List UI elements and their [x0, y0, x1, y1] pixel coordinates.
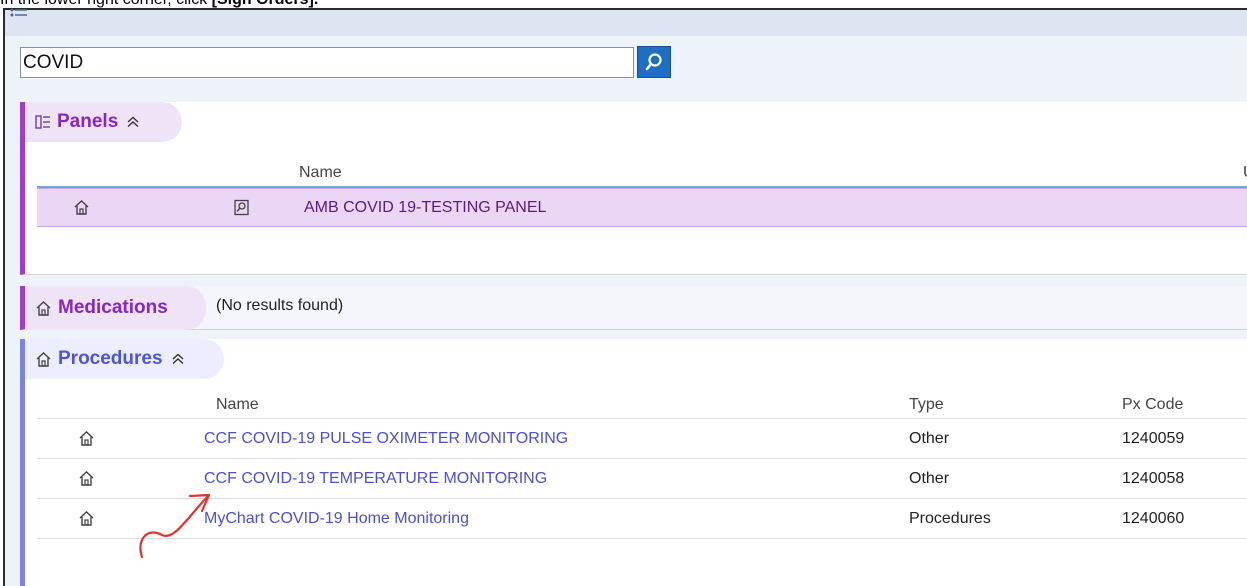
procedures-type-column[interactable]: Type — [909, 396, 944, 414]
list-menu-icon[interactable] — [10, 8, 28, 20]
annotation-arrow-icon — [139, 493, 211, 559]
search-input[interactable] — [20, 47, 634, 78]
procedure-code: 1240059 — [1122, 430, 1185, 447]
procedure-type: Other — [909, 430, 950, 447]
procedures-title: Procedures — [58, 348, 163, 369]
medications-header[interactable]: Medications — [25, 286, 206, 330]
collapse-chevron-icon[interactable] — [126, 116, 140, 128]
panels-header[interactable]: Panels — [25, 102, 182, 142]
panels-extra-column[interactable]: U — [1243, 164, 1247, 182]
procedure-code: 1240058 — [1122, 470, 1185, 487]
home-icon — [36, 300, 51, 316]
procedure-code: 1240060 — [1122, 510, 1185, 527]
search-button[interactable] — [637, 46, 671, 78]
panel-name: AMB COVID 19-TESTING PANEL — [304, 199, 547, 216]
procedure-name-link[interactable]: CCF COVID-19 PULSE OXIMETER MONITORING — [204, 430, 568, 448]
home-icon — [79, 471, 94, 486]
procedure-name-link[interactable]: CCF COVID-19 TEMPERATURE MONITORING — [204, 470, 547, 488]
procedures-code-column[interactable]: Px Code — [1122, 396, 1183, 414]
panels-title: Panels — [57, 111, 119, 132]
medications-section: Medications (No results found) — [20, 286, 1247, 330]
medications-title: Medications — [58, 297, 168, 318]
search-icon — [645, 53, 662, 71]
home-icon — [74, 200, 89, 215]
home-icon — [79, 511, 94, 526]
title-bar — [5, 8, 1247, 36]
procedure-type: Procedures — [909, 510, 991, 527]
procedure-name-link[interactable]: MyChart COVID-19 Home Monitoring — [204, 510, 469, 528]
panels-section: Panels Name U AMB COVID 19-TESTING PANEL — [20, 102, 1247, 275]
collapse-chevron-icon[interactable] — [171, 353, 185, 365]
panels-name-column[interactable]: Name — [299, 164, 342, 182]
home-icon — [36, 351, 51, 367]
procedure-type: Other — [909, 470, 950, 487]
panel-list-icon — [35, 115, 50, 129]
home-icon — [79, 431, 94, 446]
procedures-header-divider — [37, 418, 1247, 419]
table-row[interactable]: CCF COVID-19 PULSE OXIMETER MONITORING O… — [37, 420, 1247, 459]
medications-status: (No results found) — [216, 297, 344, 314]
instruction-text: In the lower right corner, click [Sign O… — [0, 0, 1247, 8]
table-row[interactable]: AMB COVID 19-TESTING PANEL — [37, 188, 1247, 227]
procedures-name-column[interactable]: Name — [216, 396, 259, 414]
procedures-header[interactable]: Procedures — [25, 339, 224, 379]
preview-icon[interactable] — [233, 199, 250, 216]
